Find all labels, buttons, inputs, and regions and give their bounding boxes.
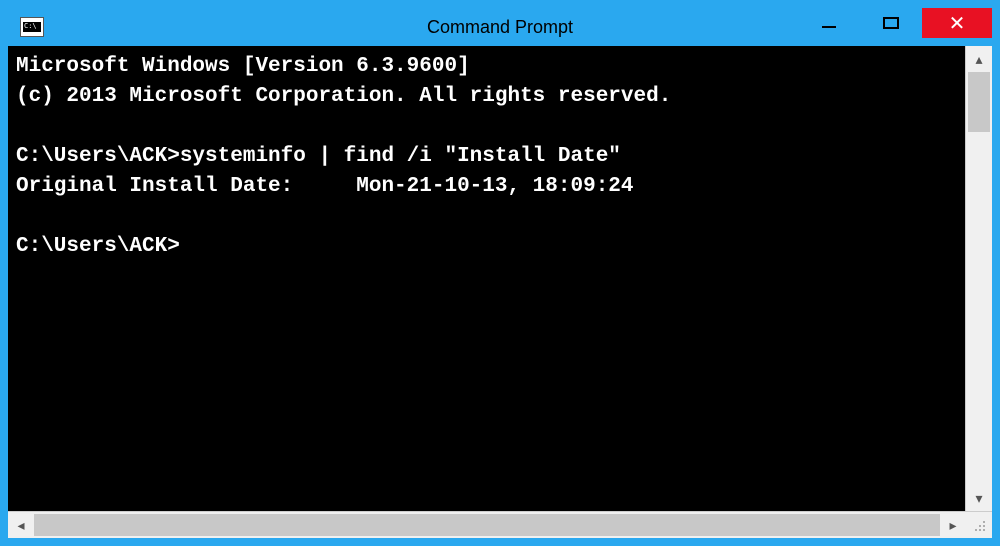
chevron-down-icon: ▾ (975, 490, 982, 507)
chevron-right-icon: ▸ (949, 517, 956, 534)
resize-grip[interactable] (966, 512, 992, 538)
maximize-icon (883, 17, 899, 29)
horizontal-scroll-thumb[interactable] (34, 514, 940, 536)
titlebar[interactable]: Command Prompt ✕ (8, 8, 992, 46)
resize-grip-icon (972, 518, 986, 532)
command-prompt-window: Command Prompt ✕ Microsoft Windows [Vers… (8, 8, 992, 538)
horizontal-scroll-track[interactable] (34, 512, 940, 538)
cmd-icon (20, 17, 44, 37)
minimize-icon (822, 26, 836, 28)
close-icon: ✕ (949, 11, 966, 36)
scroll-up-button[interactable]: ▴ (966, 46, 992, 72)
scroll-down-button[interactable]: ▾ (966, 485, 992, 511)
chevron-up-icon: ▴ (975, 51, 982, 68)
vertical-scroll-track[interactable] (966, 72, 992, 485)
maximize-button[interactable] (860, 8, 922, 38)
minimize-button[interactable] (798, 8, 860, 38)
window-controls: ✕ (798, 8, 992, 46)
horizontal-scrollbar-row: ◂ ▸ (8, 511, 992, 538)
scroll-left-button[interactable]: ◂ (8, 512, 34, 538)
vertical-scrollbar[interactable]: ▴ ▾ (965, 46, 992, 511)
console-output[interactable]: Microsoft Windows [Version 6.3.9600] (c)… (8, 46, 965, 511)
chevron-left-icon: ◂ (17, 517, 24, 534)
scroll-right-button[interactable]: ▸ (940, 512, 966, 538)
client-area: Microsoft Windows [Version 6.3.9600] (c)… (8, 46, 992, 538)
close-button[interactable]: ✕ (922, 8, 992, 38)
vertical-scroll-thumb[interactable] (968, 72, 990, 132)
console-wrap: Microsoft Windows [Version 6.3.9600] (c)… (8, 46, 992, 511)
